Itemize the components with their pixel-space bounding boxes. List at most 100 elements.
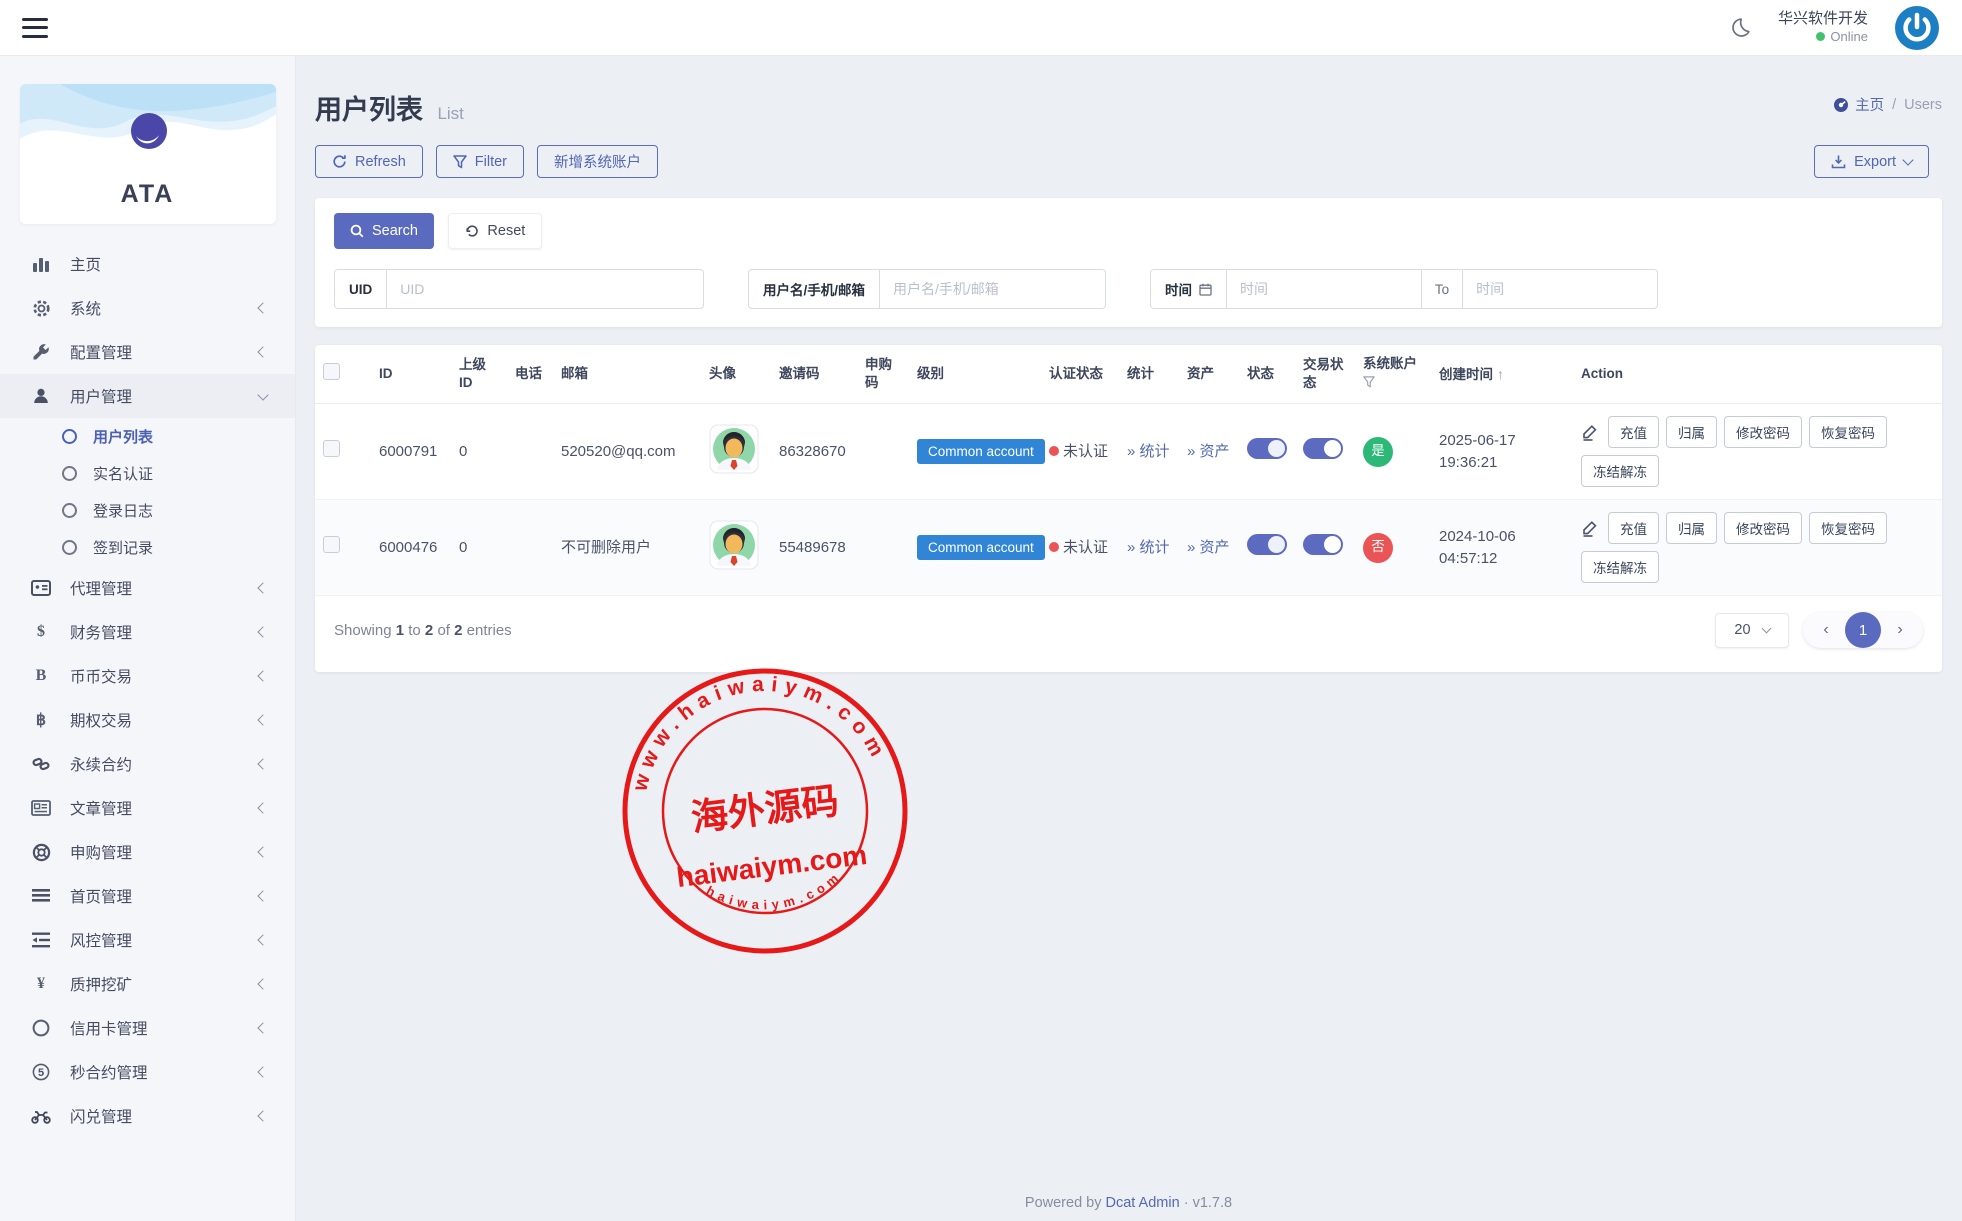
sidebar-item-label: 财务管理 (70, 621, 259, 643)
reset-button[interactable]: Reset (448, 213, 542, 249)
stats-link[interactable]: » 统计 (1127, 443, 1170, 460)
sidebar-item-articles[interactable]: 文章管理 (0, 786, 295, 830)
recharge-button[interactable]: 充值 (1608, 512, 1659, 544)
version-text: v1.7.8 (1193, 1195, 1233, 1211)
next-page-button[interactable]: › (1885, 621, 1915, 639)
number-5-icon: 5 (30, 1062, 52, 1082)
motorcycle-icon (30, 1106, 52, 1126)
online-status: Online (1830, 29, 1868, 45)
edit-pencil-icon[interactable] (1581, 519, 1599, 537)
recharge-button[interactable]: 充值 (1608, 416, 1659, 448)
stats-link[interactable]: » 统计 (1127, 539, 1170, 556)
sidebar-item-home[interactable]: 主页 (0, 242, 295, 286)
wrench-icon (30, 342, 52, 362)
sidebar-item-label: 信用卡管理 (70, 1017, 259, 1039)
sidebar-item-label: 系统 (70, 297, 259, 319)
sidebar-item-kyc[interactable]: 实名认证 (0, 455, 295, 492)
status-toggle[interactable] (1247, 438, 1287, 459)
col-header-created[interactable]: 创建时间 ↑ (1431, 345, 1573, 404)
circle-icon (62, 429, 77, 444)
restore-password-button[interactable]: 恢复密码 (1809, 512, 1887, 544)
add-system-account-button[interactable]: 新增系统账户 (537, 145, 658, 178)
select-all-checkbox[interactable] (323, 363, 340, 380)
unverified-dot-icon (1049, 542, 1059, 552)
belong-button[interactable]: 归属 (1666, 512, 1717, 544)
user-avatar-power-icon[interactable] (1894, 5, 1940, 51)
auth-status-text: 未认证 (1063, 539, 1108, 556)
sidebar-item-staking[interactable]: ¥ 质押挖矿 (0, 962, 295, 1006)
assets-link[interactable]: » 资产 (1187, 539, 1230, 556)
time-from-input[interactable] (1227, 270, 1421, 308)
sidebar-item-spot-trade[interactable]: B 币币交易 (0, 654, 295, 698)
refresh-label: Refresh (355, 154, 406, 170)
cell-created: 2024-10-06 04:57:12 (1431, 500, 1573, 596)
col-header-assets: 资产 (1179, 345, 1239, 404)
sidebar-toggle-icon[interactable] (22, 18, 48, 38)
change-password-button[interactable]: 修改密码 (1724, 512, 1802, 544)
status-toggle[interactable] (1247, 534, 1287, 555)
prev-page-button[interactable]: ‹ (1811, 621, 1841, 639)
sidebar-item-finance[interactable]: $ 财务管理 (0, 610, 295, 654)
powered-by-text: Powered by (1025, 1195, 1102, 1211)
calendar-icon (1199, 283, 1212, 296)
freeze-unfreeze-button[interactable]: 冻结解冻 (1581, 551, 1659, 583)
dark-mode-moon-icon[interactable] (1728, 16, 1752, 40)
assets-link[interactable]: » 资产 (1187, 443, 1230, 460)
col-header-invite: 邀请码 (771, 345, 857, 404)
chevron-left-icon (257, 846, 268, 857)
sidebar-item-system[interactable]: 系统 (0, 286, 295, 330)
trade-status-toggle[interactable] (1303, 438, 1343, 459)
created-label: 创建时间 (1439, 367, 1493, 382)
edit-pencil-icon[interactable] (1581, 423, 1599, 441)
sidebar-item-checkin-log[interactable]: 签到记录 (0, 529, 295, 566)
username-input[interactable] (880, 270, 1105, 308)
col-header-email: 邮箱 (553, 345, 701, 404)
column-filter-icon[interactable] (1363, 376, 1375, 388)
row-checkbox[interactable] (323, 536, 340, 553)
sidebar-item-second-contract[interactable]: 5 秒合约管理 (0, 1050, 295, 1094)
page-1-button[interactable]: 1 (1845, 612, 1881, 648)
belong-button[interactable]: 归属 (1666, 416, 1717, 448)
sidebar-item-label: 配置管理 (70, 341, 259, 363)
sidebar-item-risk[interactable]: 风控管理 (0, 918, 295, 962)
sidebar: ATA 主页 系统 配置管理 用户管理 (0, 56, 295, 1221)
brand-card[interactable]: ATA (20, 84, 276, 224)
restore-password-button[interactable]: 恢复密码 (1809, 416, 1887, 448)
sidebar-item-label: 首页管理 (70, 885, 259, 907)
sidebar-item-users[interactable]: 用户管理 (0, 374, 295, 418)
trade-status-toggle[interactable] (1303, 534, 1343, 555)
change-password-button[interactable]: 修改密码 (1724, 416, 1802, 448)
freeze-unfreeze-button[interactable]: 冻结解冻 (1581, 455, 1659, 487)
sidebar-item-config[interactable]: 配置管理 (0, 330, 295, 374)
sidebar-item-perpetual[interactable]: 永续合约 (0, 742, 295, 786)
col-header-id: ID (371, 345, 451, 404)
sidebar-item-subscription[interactable]: 申购管理 (0, 830, 295, 874)
time-to-input[interactable] (1463, 270, 1657, 308)
user-avatar[interactable] (709, 424, 759, 474)
row-checkbox[interactable] (323, 440, 340, 457)
sidebar-item-user-list[interactable]: 用户列表 (0, 418, 295, 455)
user-info[interactable]: 华兴软件开发 Online (1778, 10, 1868, 45)
sidebar-item-homepage[interactable]: 首页管理 (0, 874, 295, 918)
col-header-purchase: 申购码 (857, 345, 909, 404)
sidebar-item-flash-exchange[interactable]: 闪兑管理 (0, 1094, 295, 1138)
filter-button[interactable]: Filter (436, 145, 524, 178)
chevron-left-icon (257, 346, 268, 357)
sidebar-item-credit-card[interactable]: 信用卡管理 (0, 1006, 295, 1050)
sort-asc-icon: ↑ (1497, 366, 1504, 382)
cell-phone (507, 500, 553, 596)
export-button[interactable]: Export (1814, 145, 1929, 178)
id-card-icon (30, 578, 52, 598)
sidebar-item-options-trade[interactable]: ฿ 期权交易 (0, 698, 295, 742)
per-page-select[interactable]: 20 (1715, 613, 1789, 648)
dcat-admin-link[interactable]: Dcat Admin (1106, 1195, 1180, 1211)
user-avatar[interactable] (709, 520, 759, 570)
uid-input[interactable] (387, 270, 703, 308)
sidebar-item-agents[interactable]: 代理管理 (0, 566, 295, 610)
sidebar-item-label: 签到记录 (93, 537, 267, 558)
breadcrumb-home-link[interactable]: 主页 (1833, 94, 1884, 115)
sidebar-item-login-log[interactable]: 登录日志 (0, 492, 295, 529)
search-button[interactable]: Search (334, 213, 434, 249)
refresh-button[interactable]: Refresh (315, 145, 423, 178)
page-footer: Powered by Dcat Admin · v1.7.8 (295, 1195, 1962, 1211)
